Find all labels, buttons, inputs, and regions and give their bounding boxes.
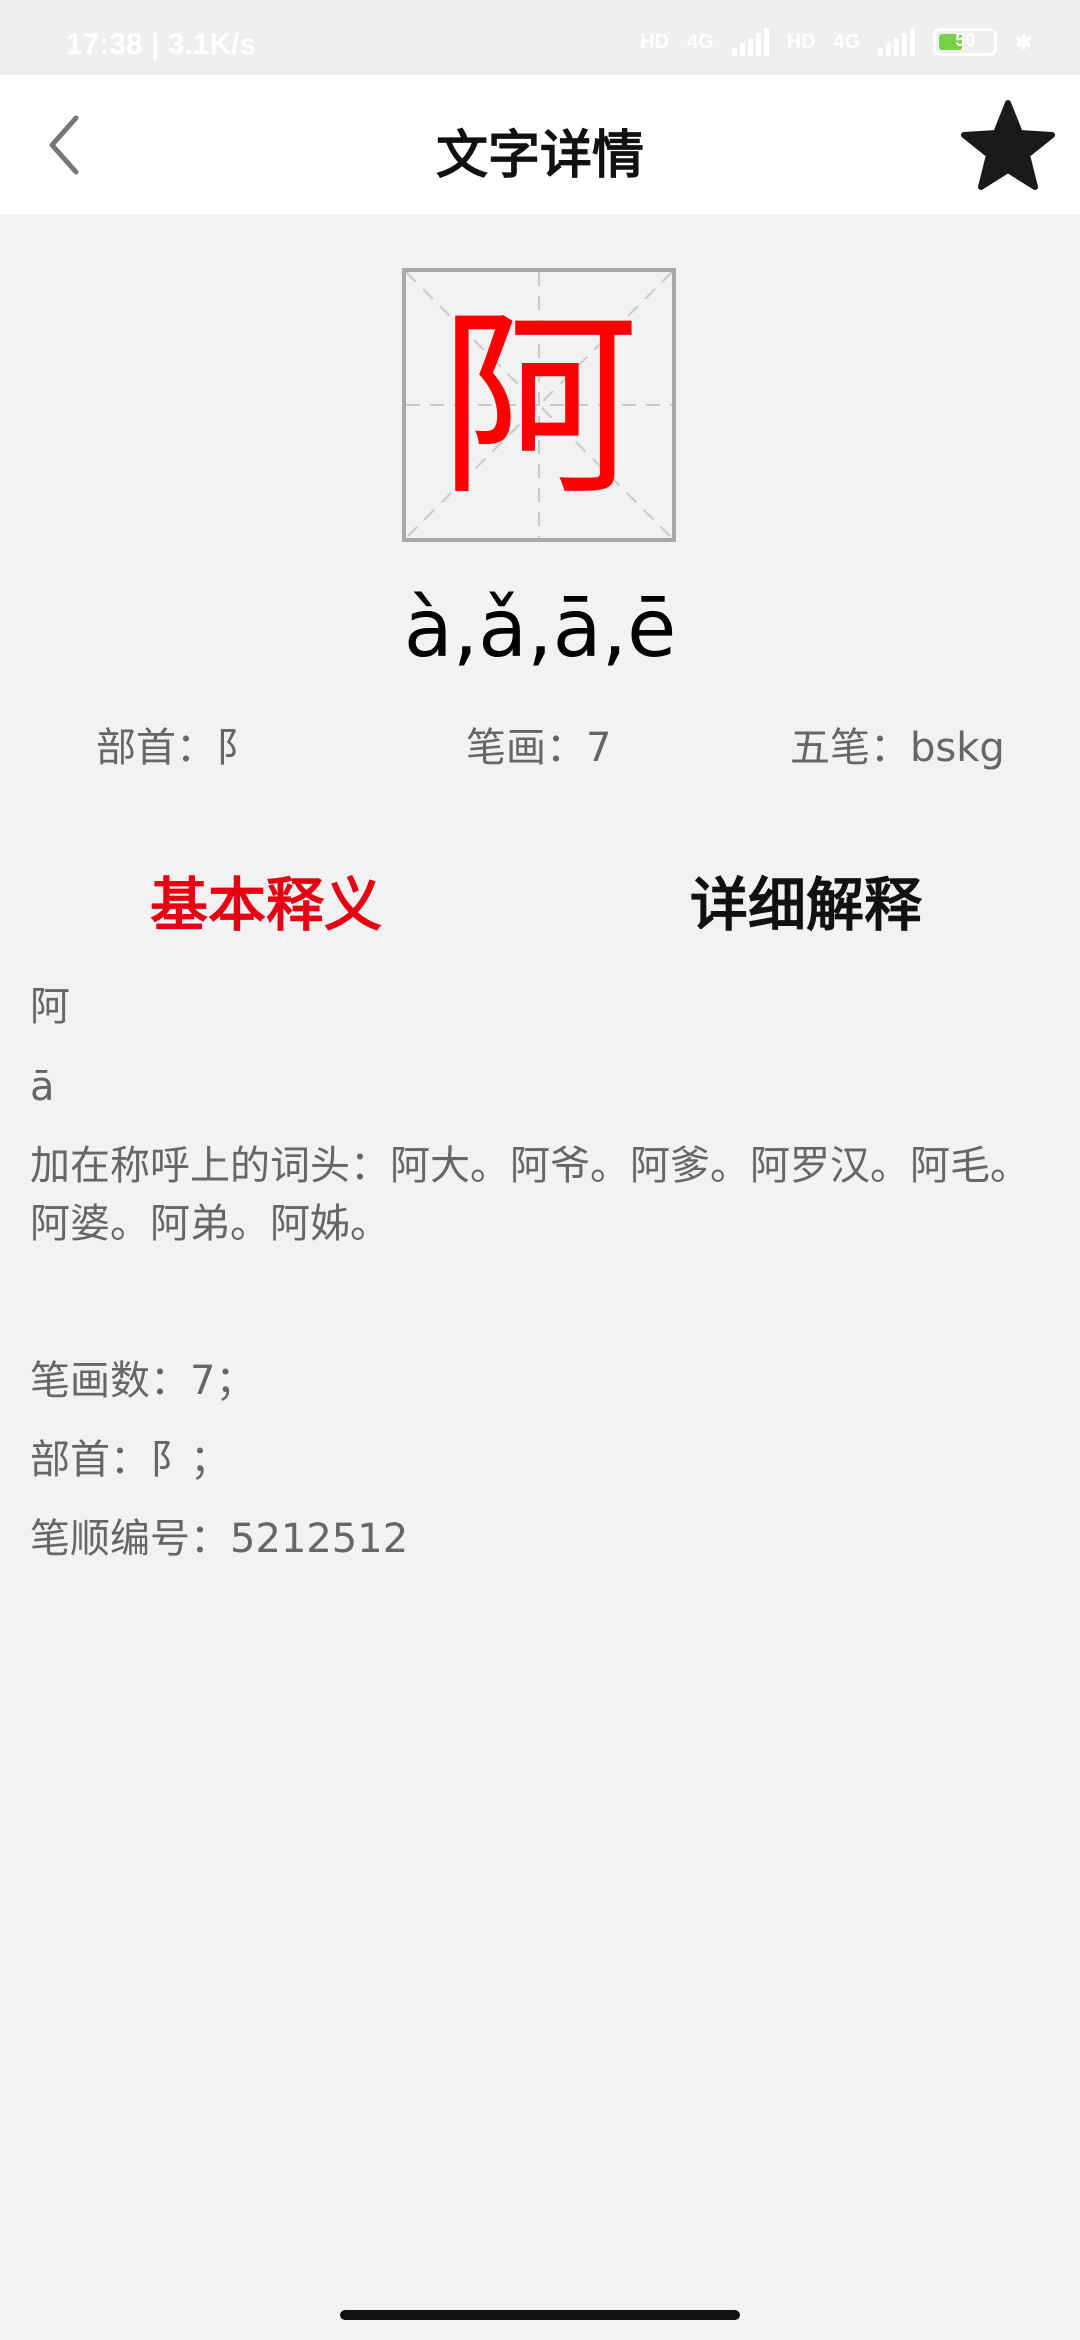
battery-level: 50 [955,30,976,50]
signal-icon-2 [878,28,916,56]
network-type-icon: 4G [686,30,714,53]
stroke-order: 笔顺编号：5212512 [30,1516,409,1562]
definition-pinyin: ā [30,1064,55,1110]
definition-character: 阿 [30,984,70,1030]
bluetooth-icon: ✱ [1015,31,1032,54]
character-glyph: 阿 [438,290,639,523]
tab-basic-meaning[interactable]: 基本释义 [150,858,382,942]
radical: 部首：阝； [30,1437,230,1483]
character-meta: 部首：阝 笔画：7 五笔：bskg [0,715,1080,775]
hd-icon-2: HD [786,30,816,53]
home-indicator[interactable] [340,2310,740,2320]
definition-text: 加在称呼上的词头：阿大。阿爷。阿爹。阿罗汉。阿毛。阿婆。阿弟。阿姊。 [30,1143,1030,1247]
hd-icon: HD [640,30,669,53]
network-type-icon-2: 4G [833,30,861,53]
stroke-info: 笔画：7 [466,725,612,771]
star-icon [961,100,1055,190]
page-title: 文字详情 [435,126,644,186]
stroke-count: 笔画数：7； [30,1358,256,1404]
status-bar: 17:38 | 3.1K/s HD 4G HD 4G 50 ✱ [0,0,1080,75]
status-icons: HD 4G HD 4G 50 ✱ [640,28,1032,56]
favorite-button[interactable] [958,97,1058,197]
signal-icon [731,28,769,56]
app-bar: 文字详情 [0,75,1080,214]
status-time: 17:38 | 3.1K/s [66,28,257,61]
battery-icon: 50 [933,28,998,56]
wubi-info: 五笔：bskg [790,725,1005,771]
character-grid-box: 阿 [402,268,676,542]
pinyin-readings: à,ǎ,ā,ē [403,582,677,675]
radical-info: 部首：阝 [96,725,256,771]
tab-detailed-explanation[interactable]: 详细解释 [690,858,922,942]
